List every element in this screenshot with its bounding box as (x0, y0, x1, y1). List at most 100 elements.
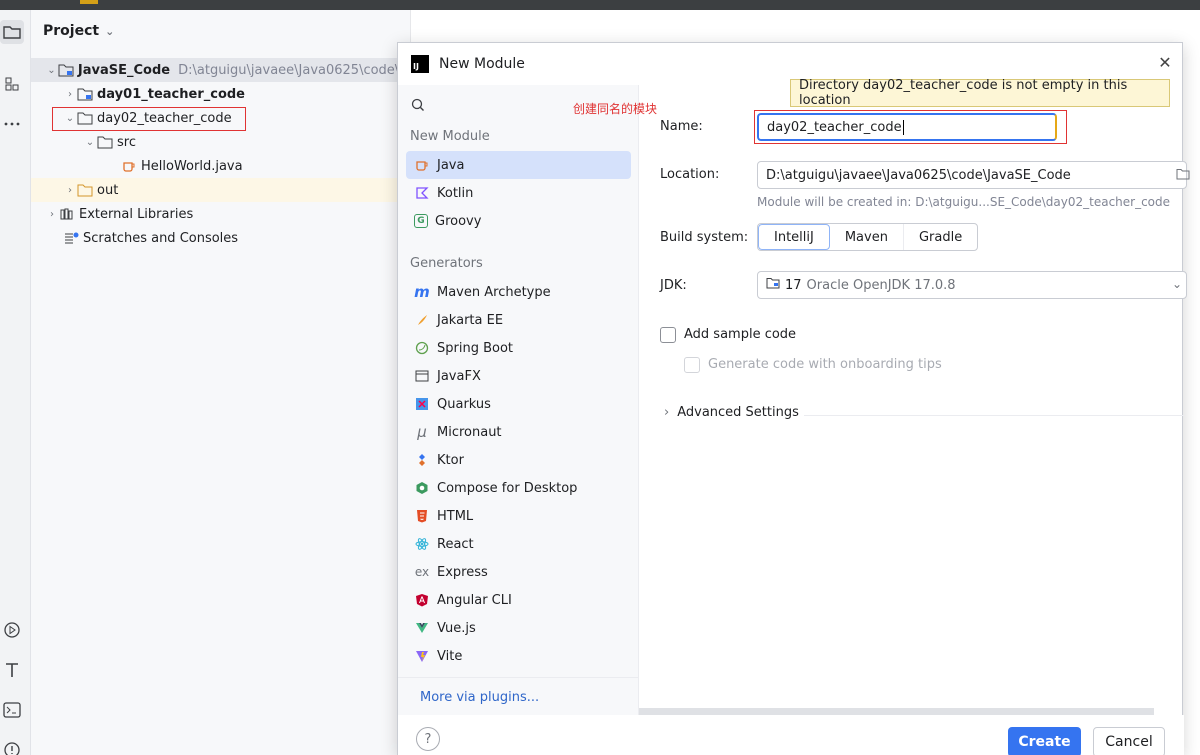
sidebar-item-kotlin[interactable]: Kotlin (406, 179, 631, 207)
search-icon (411, 98, 424, 111)
tree-label: HelloWorld.java (141, 158, 243, 174)
build-option-maven[interactable]: Maven (830, 224, 904, 250)
sidebar-item-angular-cli[interactable]: Angular CLI (406, 586, 631, 614)
tree-label: JavaSE_Code (77, 62, 171, 78)
chevron-right-icon[interactable]: › (45, 209, 59, 220)
name-label: Name: (660, 119, 703, 134)
onboarding-checkbox[interactable] (684, 357, 700, 373)
chevron-down-icon[interactable]: ⌄ (1172, 277, 1182, 291)
sidebar-item-quarkus[interactable]: Quarkus (406, 390, 631, 418)
run-icon[interactable] (0, 618, 24, 642)
problems-icon[interactable] (0, 738, 24, 755)
annotation-text: 创建同名的模块 (573, 102, 658, 116)
groovy-icon: G (414, 214, 428, 228)
sidebar-item-java[interactable]: Java (406, 151, 631, 179)
intellij-logo-icon: IJ (411, 55, 429, 73)
location-value: D:\atguigu\javaee\Java0625\code\JavaSE_C… (766, 167, 1071, 183)
sidebar-item-label: Vite (437, 648, 463, 664)
express-icon: ex (414, 565, 430, 579)
java-icon (414, 157, 430, 173)
tree-path: D:\atguigu\javaee\Java0625\code\Ja (178, 62, 411, 78)
location-input[interactable]: D:\atguigu\javaee\Java0625\code\JavaSE_C… (757, 161, 1190, 189)
section-label-new-module: New Module (410, 129, 490, 144)
build-system-label: Build system: (660, 230, 749, 245)
project-panel-header[interactable]: Project ⌄ (43, 23, 114, 39)
sidebar-item-react[interactable]: React (406, 530, 631, 558)
project-title: Project (43, 23, 100, 39)
sidebar-item-jakarta-ee[interactable]: Jakarta EE (406, 306, 631, 334)
dialog-footer: ? Create Cancel (398, 715, 1184, 755)
new-module-dialog: IJ New Module ✕ New Module Java Kotlin G… (397, 42, 1190, 755)
react-icon (414, 536, 430, 552)
sidebar-item-micronaut[interactable]: μ Micronaut (406, 418, 631, 446)
chevron-right-icon[interactable]: › (63, 89, 77, 100)
annotation-box (754, 110, 1067, 144)
javafx-icon (414, 368, 430, 384)
sidebar-item-vuejs[interactable]: Vue.js (406, 614, 631, 642)
sidebar-item-maven-archetype[interactable]: m Maven Archetype (406, 278, 631, 306)
sidebar-item-label: Groovy (435, 213, 482, 229)
sidebar-item-label: Ktor (437, 452, 464, 468)
section-label-generators: Generators (410, 256, 483, 271)
sidebar-item-vite[interactable]: Vite (406, 642, 631, 670)
chevron-right-icon[interactable]: › (63, 185, 77, 196)
sidebar-item-label: Micronaut (437, 424, 502, 440)
chevron-down-icon[interactable]: ⌄ (45, 65, 58, 76)
jdk-select[interactable]: 17 Oracle OpenJDK 17.0.8 ⌄ (757, 271, 1187, 299)
sidebar-item-label: HTML (437, 508, 474, 524)
sidebar-item-compose-desktop[interactable]: Compose for Desktop (406, 474, 631, 502)
build-option-gradle[interactable]: Gradle (904, 224, 977, 250)
sidebar-item-ktor[interactable]: Ktor (406, 446, 631, 474)
browse-folder-icon[interactable] (1176, 168, 1190, 184)
tree-item-helloworld[interactable]: HelloWorld.java (31, 154, 411, 178)
terminal-icon[interactable] (0, 698, 24, 722)
tree-label: External Libraries (79, 206, 194, 222)
more-icon[interactable] (0, 112, 24, 136)
structure-icon[interactable] (0, 72, 24, 96)
advanced-settings-toggle[interactable]: › Advanced Settings (664, 405, 799, 420)
sidebar-item-label: Angular CLI (437, 592, 512, 608)
ktor-icon (414, 452, 430, 468)
sidebar-item-html[interactable]: HTML (406, 502, 631, 530)
tree-item-external-libraries[interactable]: › External Libraries (31, 202, 411, 226)
quarkus-icon (414, 396, 430, 412)
tree-label: day01_teacher_code (97, 86, 245, 102)
tree-item-root[interactable]: ⌄ JavaSE_Code D:\atguigu\javaee\Java0625… (31, 58, 411, 82)
sidebar-item-label: JavaFX (437, 368, 481, 384)
project-panel: Project ⌄ ⌄ JavaSE_Code D:\atguigu\javae… (31, 10, 411, 755)
vite-icon (414, 648, 430, 664)
sample-code-checkbox[interactable] (660, 327, 676, 343)
sidebar-item-label: Express (437, 564, 488, 580)
dialog-title: New Module (439, 56, 525, 72)
advanced-settings-label: Advanced Settings (677, 405, 799, 420)
chevron-down-icon[interactable]: ⌄ (105, 25, 114, 38)
module-type-sidebar: New Module Java Kotlin G Groovy Generato… (398, 85, 639, 715)
location-hint: Module will be created in: D:\atguigu...… (757, 195, 1171, 209)
tree-item-day01[interactable]: › day01_teacher_code (31, 82, 411, 106)
chevron-down-icon[interactable]: ⌄ (83, 137, 97, 148)
jakarta-icon (414, 312, 430, 328)
cancel-button[interactable]: Cancel (1093, 727, 1165, 755)
build-option-intellij[interactable]: IntelliJ (758, 224, 830, 250)
folder-icon[interactable] (0, 20, 24, 44)
html5-icon (414, 508, 430, 524)
excluded-folder-icon (77, 182, 93, 198)
text-tool-icon[interactable] (0, 658, 24, 682)
tree-item-src[interactable]: ⌄ src (31, 130, 411, 154)
sidebar-item-label: Spring Boot (437, 340, 514, 356)
more-via-plugins-link[interactable]: More via plugins... (420, 690, 539, 705)
sidebar-item-express[interactable]: ex Express (406, 558, 631, 586)
tree-label: src (117, 134, 136, 150)
help-button[interactable]: ? (416, 727, 440, 751)
title-bar-accent (80, 0, 98, 4)
sidebar-item-spring-boot[interactable]: Spring Boot (406, 334, 631, 362)
maven-icon: m (414, 283, 430, 301)
annotation-box (52, 107, 246, 131)
tree-item-scratches[interactable]: Scratches and Consoles (31, 226, 411, 250)
close-icon[interactable]: ✕ (1156, 54, 1174, 72)
tree-item-out[interactable]: › out (31, 178, 411, 202)
sidebar-item-javafx[interactable]: JavaFX (406, 362, 631, 390)
tree-label: Scratches and Consoles (83, 230, 239, 246)
create-button[interactable]: Create (1008, 727, 1081, 755)
sidebar-item-groovy[interactable]: G Groovy (406, 207, 631, 235)
